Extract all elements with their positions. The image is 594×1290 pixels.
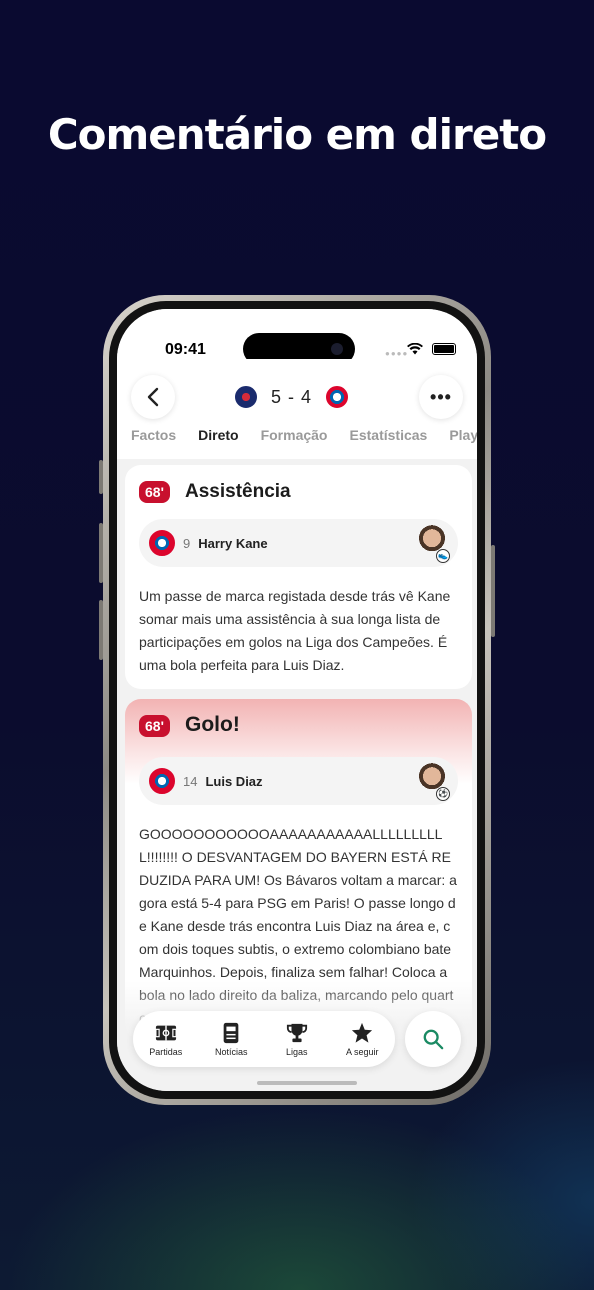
bayern-crest-icon xyxy=(149,768,175,794)
nav-news[interactable]: Notícias xyxy=(202,1022,260,1057)
player-avatar: 👟 xyxy=(412,523,452,563)
tab-lineup[interactable]: Formação xyxy=(261,427,328,443)
news-icon xyxy=(223,1022,239,1043)
status-bar: 09:41 ●●●● xyxy=(117,309,477,365)
minute-badge: 68' xyxy=(139,481,170,503)
event-card-assist: 68' Assistência 9 Harry Kane 👟 Um passe … xyxy=(125,465,472,689)
trophy-icon xyxy=(286,1023,307,1042)
nav-following[interactable]: A seguir xyxy=(333,1022,391,1057)
ball-icon: ⚽ xyxy=(436,787,450,801)
tab-players[interactable]: Playe xyxy=(449,427,477,443)
bayern-crest-icon xyxy=(149,530,175,556)
star-icon xyxy=(352,1022,373,1043)
signal-icon: ●●●● xyxy=(385,349,409,358)
event-text: Um passe de marca registada desde trás v… xyxy=(139,588,451,673)
tab-facts[interactable]: Factos xyxy=(131,427,176,443)
tab-stats[interactable]: Estatísticas xyxy=(350,427,428,443)
nav-leagues[interactable]: Ligas xyxy=(268,1022,326,1057)
back-button[interactable] xyxy=(131,375,175,419)
player-number: 14 xyxy=(183,773,198,789)
chevron-left-icon xyxy=(147,387,159,407)
match-header: 5 - 4 ••• Factos Direto Formação Estatís… xyxy=(117,359,477,459)
player-avatar: ⚽ xyxy=(412,761,452,801)
event-title: Golo! xyxy=(185,713,240,736)
player-name: Harry Kane xyxy=(198,535,268,551)
app-screen: 09:41 ●●●● 5 - 4 ••• Factos Direto Forma… xyxy=(117,309,477,1091)
nav-label: A seguir xyxy=(345,1046,379,1057)
search-button[interactable] xyxy=(405,1011,461,1067)
battery-icon xyxy=(432,343,456,355)
nav-label: Notícias xyxy=(214,1046,248,1057)
action-button xyxy=(99,460,103,494)
pitch-icon xyxy=(155,1025,177,1040)
more-options-button[interactable]: ••• xyxy=(419,375,463,419)
power-button xyxy=(491,545,495,637)
tab-live[interactable]: Direto xyxy=(198,427,238,443)
home-indicator xyxy=(257,1081,357,1085)
player-name: Luis Diaz xyxy=(205,773,263,789)
match-tabs: Factos Direto Formação Estatísticas Play… xyxy=(131,427,477,443)
nav-label: Ligas xyxy=(285,1046,308,1057)
player-row[interactable]: 14 Luis Diaz ⚽ xyxy=(139,757,458,805)
bottom-nav: Partidas Notícias Ligas A seguir xyxy=(133,1011,395,1067)
boot-icon: 👟 xyxy=(436,549,450,563)
bayern-crest-icon xyxy=(326,386,349,408)
nav-label: Partidas xyxy=(149,1046,183,1057)
search-icon xyxy=(423,1029,444,1050)
ellipsis-icon: ••• xyxy=(430,386,452,407)
player-row[interactable]: 9 Harry Kane 👟 xyxy=(139,519,458,567)
psg-crest-icon xyxy=(235,386,257,408)
status-time: 09:41 xyxy=(165,341,206,358)
match-score: 5 - 4 xyxy=(271,386,313,407)
phone-frame: 09:41 ●●●● 5 - 4 ••• Factos Direto Forma… xyxy=(99,295,495,1105)
player-number: 9 xyxy=(183,535,191,551)
minute-badge: 68' xyxy=(139,715,170,737)
headline: Comentário em direto xyxy=(47,110,547,159)
volume-down-button xyxy=(99,600,103,660)
scoreboard[interactable]: 5 - 4 xyxy=(235,386,349,408)
wifi-icon xyxy=(407,343,423,355)
volume-up-button xyxy=(99,523,103,583)
nav-matches[interactable]: Partidas xyxy=(137,1022,195,1057)
event-title: Assistência xyxy=(185,481,291,502)
